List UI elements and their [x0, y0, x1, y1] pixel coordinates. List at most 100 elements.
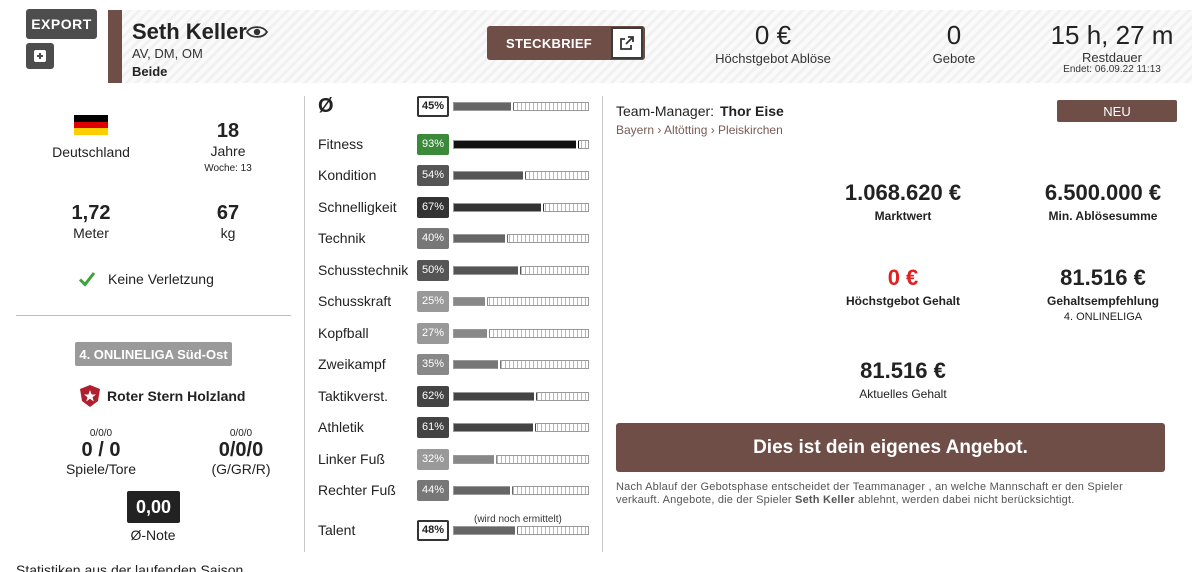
- skill-row: Taktikverst. 62%: [318, 385, 593, 407]
- skill-bar: [453, 139, 589, 149]
- skill-bar-marker: [511, 101, 514, 111]
- weight-unit: kg: [220, 225, 236, 241]
- skill-row: Technik 40%: [318, 227, 593, 249]
- skill-percent: 48%: [417, 519, 449, 541]
- skill-bar: [453, 525, 589, 535]
- skill-bar-fill: [454, 455, 497, 463]
- skill-row: Schnelligkeit 67%: [318, 196, 593, 218]
- min-fee-value: 6.500.000 €: [1044, 180, 1162, 205]
- skill-row: Schusskraft 25%: [318, 290, 593, 312]
- skill-label: Taktikverst.: [318, 388, 389, 404]
- skill-bar-fill: [454, 102, 515, 110]
- skill-bar-marker: [504, 233, 507, 243]
- skill-bar: [453, 391, 589, 401]
- skill-bar: [453, 359, 589, 369]
- cards-small: 0/0/0: [229, 428, 253, 439]
- divider: [16, 315, 291, 316]
- age-value: 18: [216, 120, 240, 142]
- club-name[interactable]: Roter Stern Holzland: [107, 388, 245, 404]
- age-unit: Jahre: [210, 143, 246, 159]
- skill-label: Fitness: [318, 136, 364, 152]
- skill-percent: 44%: [417, 479, 449, 501]
- highest-bid-label: Höchstgebot Ablöse: [715, 51, 831, 66]
- add-button[interactable]: [26, 43, 54, 69]
- external-link-icon[interactable]: [611, 27, 643, 59]
- skill-percent: 25%: [417, 290, 449, 312]
- skill-percent: 54%: [417, 164, 449, 186]
- skill-label: Kondition: [318, 167, 377, 183]
- skill-label: Technik: [318, 230, 366, 246]
- skill-bar-marker: [575, 139, 578, 149]
- column-divider: [304, 96, 305, 552]
- skill-bar-fill: [454, 329, 491, 337]
- average-note-value: 0,00: [127, 491, 180, 523]
- location-breadcrumb[interactable]: Bayern › Altötting › Pleiskirchen: [616, 123, 783, 137]
- cards-value: 0/0/0: [218, 439, 264, 461]
- market-value: 1.068.620 €: [844, 180, 962, 205]
- export-button[interactable]: EXPORT: [26, 9, 97, 39]
- skill-bar: [453, 101, 589, 111]
- salary-recommendation-label: Gehaltsempfehlung: [1046, 294, 1159, 308]
- height-value: 1,72: [71, 202, 111, 224]
- skill-percent: 35%: [417, 353, 449, 375]
- skill-bar-marker: [484, 296, 487, 306]
- player-header: [108, 10, 1192, 83]
- skill-row: Schusstechnik 50%: [318, 259, 593, 281]
- eye-icon[interactable]: [246, 24, 268, 40]
- skill-percent: 50%: [417, 259, 449, 281]
- plus-icon: [34, 50, 46, 62]
- own-offer-banner: Dies ist dein eigenes Angebot.: [616, 423, 1165, 472]
- skill-label: Athletik: [318, 419, 364, 435]
- skill-bar-marker: [518, 265, 520, 275]
- league-badge[interactable]: 4. ONLINELIGA Süd-Ost: [75, 342, 232, 366]
- games-small: 0/0/0: [89, 428, 113, 439]
- remaining-time-stat: 15 h, 27 m Restdauer Endet: 06.09.22 11:…: [1044, 20, 1180, 75]
- skill-bar-fill: [454, 526, 519, 534]
- games-value: 0 / 0: [81, 439, 121, 461]
- height-block: 1,72 Meter: [50, 202, 132, 241]
- steckbrief-button[interactable]: STECKBRIEF: [487, 26, 645, 60]
- footnote: Nach Ablauf der Gebotsphase entscheidet …: [616, 481, 1136, 507]
- footnote-player-name: Seth Keller: [795, 494, 855, 506]
- skill-label: Zweikampf: [318, 356, 386, 372]
- cards-stat: 0/0/0 0/0/0 (G/GR/R): [196, 428, 286, 477]
- talent-note: (wird noch ermittelt): [474, 514, 562, 525]
- skill-bar-fill: [454, 486, 513, 494]
- skill-percent: 93%: [417, 133, 449, 155]
- skill-bar-fill: [454, 203, 544, 211]
- age-block: 18 Jahre Woche: 13: [188, 120, 268, 174]
- skill-bar-fill: [454, 234, 508, 242]
- cards-label: (G/GR/R): [211, 461, 271, 477]
- team-manager-name[interactable]: Thor Eise: [720, 103, 784, 119]
- skill-bar: [453, 202, 589, 212]
- skill-percent: 67%: [417, 196, 449, 218]
- skill-label: Schusstechnik: [318, 262, 409, 278]
- skill-row: Rechter Fuß 44%: [318, 479, 593, 501]
- skill-label: Schusskraft: [318, 293, 392, 309]
- weight-block: 67 kg: [188, 202, 268, 241]
- skill-row: Linker Fuß 32%: [318, 448, 593, 470]
- skill-bar: [453, 328, 589, 338]
- skill-bar-fill: [454, 266, 521, 274]
- skill-bar-marker: [523, 170, 526, 180]
- skill-bar-fill: [454, 140, 579, 148]
- skill-bar: [453, 454, 589, 464]
- skill-percent: 62%: [417, 385, 449, 407]
- games-stat: 0/0/0 0 / 0 Spiele/Tore: [46, 428, 156, 477]
- market-value-label: Marktwert: [874, 209, 932, 223]
- remaining-time-label: Restdauer: [1082, 50, 1142, 65]
- skill-label: Schnelligkeit: [318, 199, 397, 215]
- skill-bar-marker: [515, 525, 518, 535]
- skill-bar-fill: [454, 423, 536, 431]
- salary-recommendation-value: 81.516 €: [1060, 265, 1146, 290]
- skill-bar-fill: [454, 360, 501, 368]
- player-name: Seth Keller: [132, 19, 247, 44]
- skill-bar-marker: [532, 422, 535, 432]
- skill-row: Athletik 61%: [318, 416, 593, 438]
- salary-recommendation-league: 4. ONLINELIGA: [1063, 311, 1143, 323]
- skill-bar: [453, 233, 589, 243]
- games-label: Spiele/Tore: [65, 461, 137, 477]
- nation-label: Deutschland: [52, 144, 130, 160]
- skill-percent: 27%: [417, 322, 449, 344]
- end-date: Endet: 06.09.22 11:13: [1063, 64, 1161, 75]
